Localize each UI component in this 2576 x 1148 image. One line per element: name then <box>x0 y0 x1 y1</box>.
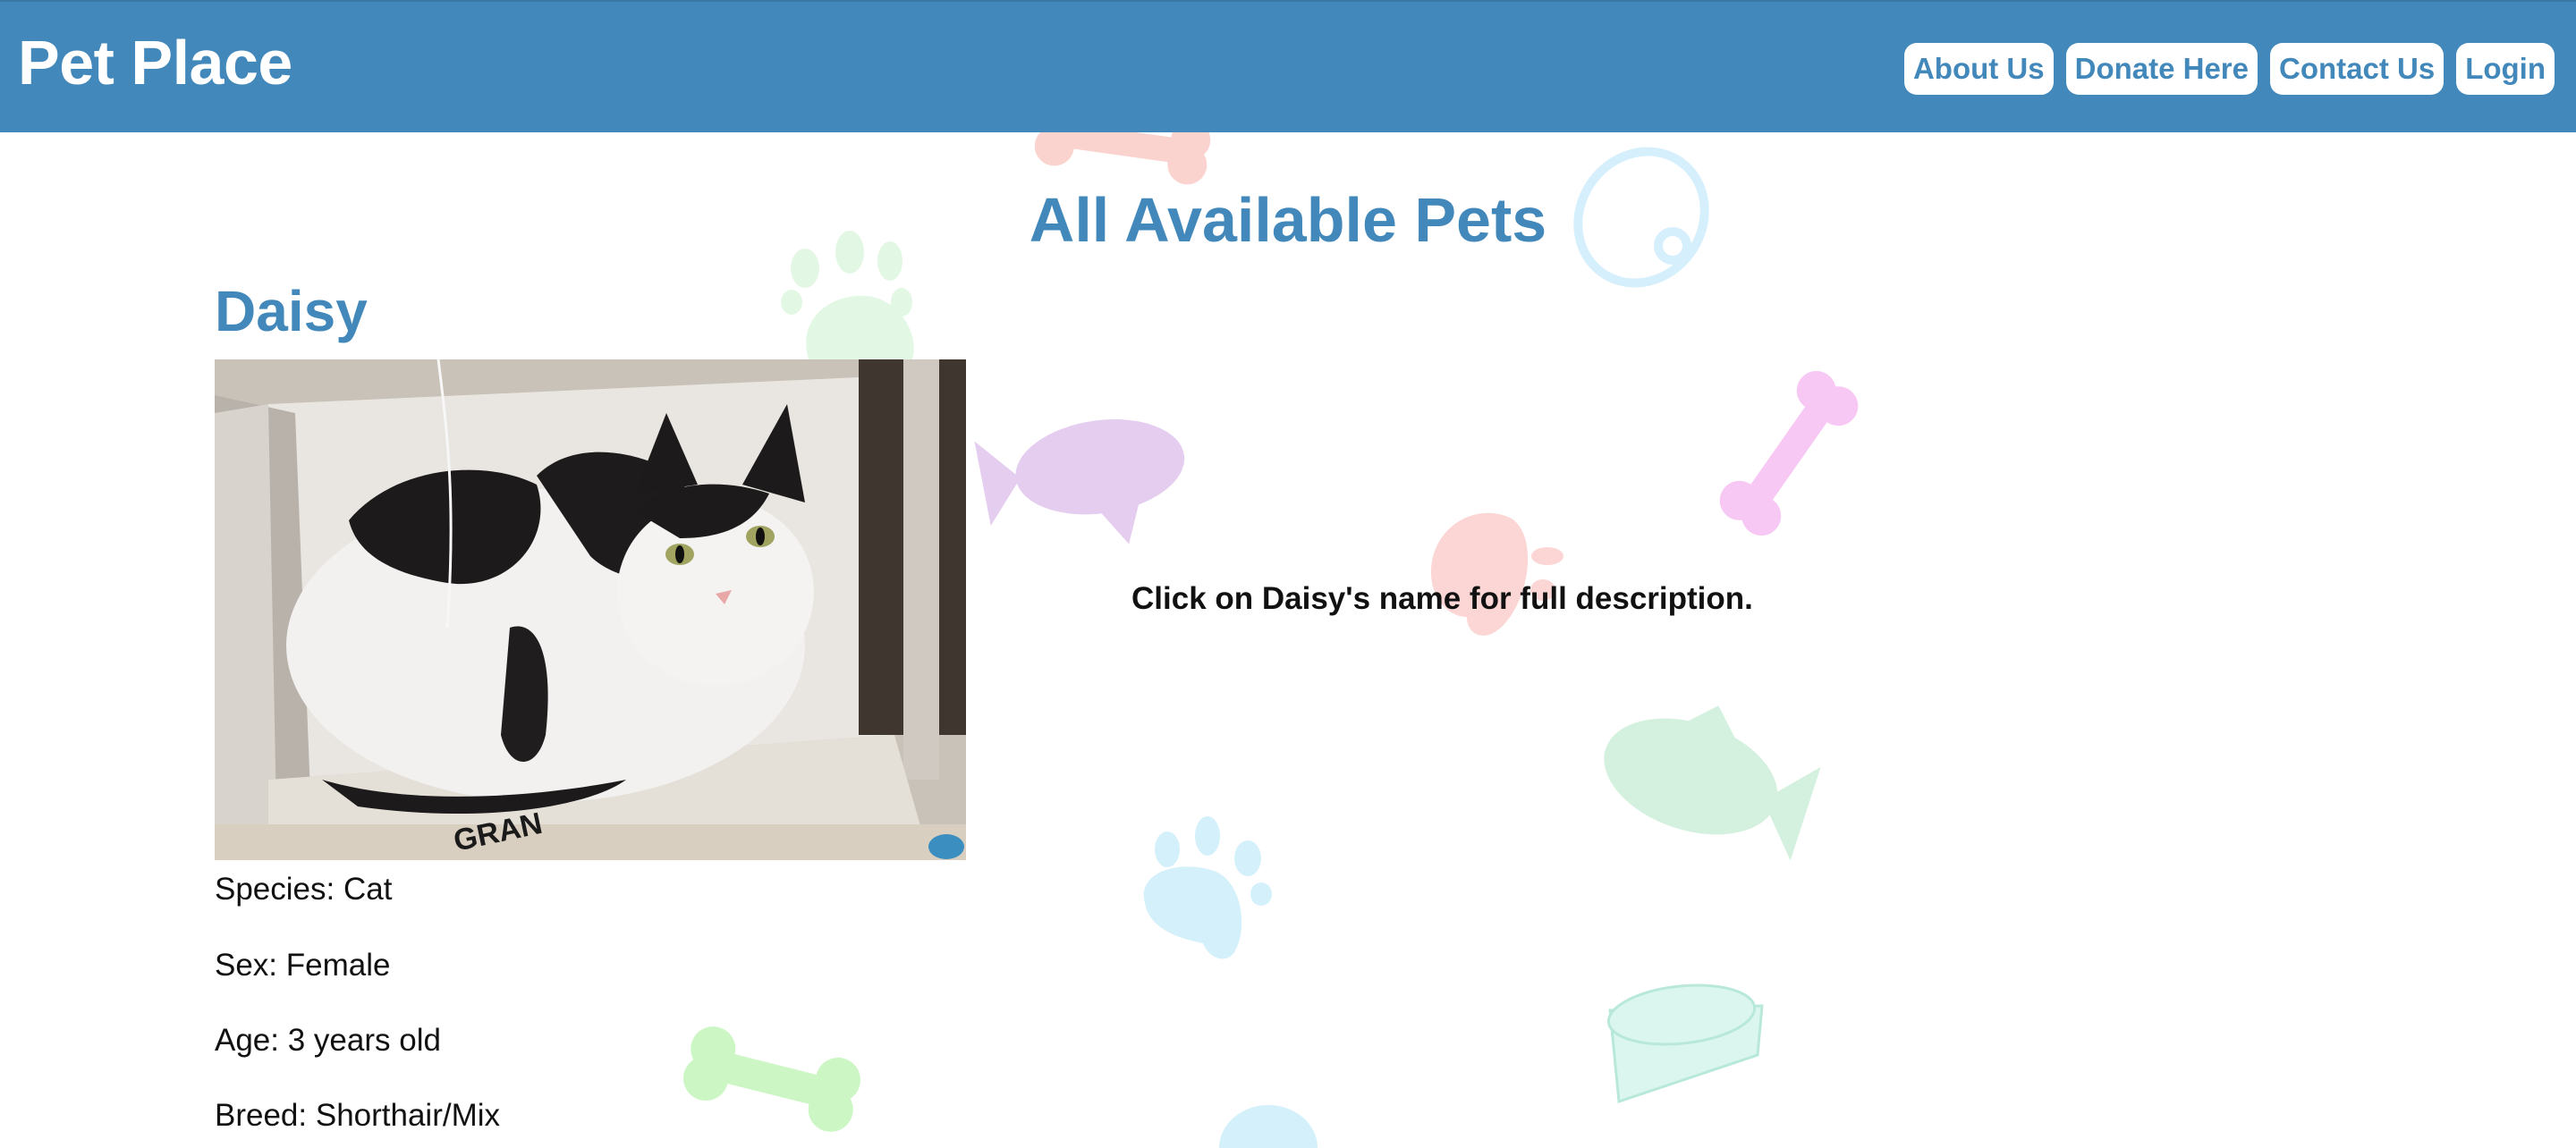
pet-breed: Breed: Shorthair/Mix <box>215 1098 501 1133</box>
main-nav: About Us Donate Here Contact Us Login <box>1903 43 2555 95</box>
pet-photo: GRAN <box>215 359 966 860</box>
cat-in-box-image: GRAN <box>215 359 966 860</box>
page-title: All Available Pets <box>1029 185 1547 255</box>
pet-description-hint: Click on Daisy's name for full descripti… <box>1131 581 1753 616</box>
pet-age: Age: 3 years old <box>215 1023 441 1058</box>
site-title[interactable]: Pet Place <box>18 25 292 100</box>
pet-species: Species: Cat <box>215 872 393 907</box>
login-button[interactable]: Login <box>2456 43 2555 95</box>
about-us-button[interactable]: About Us <box>1903 43 2054 95</box>
page: Pet Place About Us Donate Here Contact U… <box>0 0 2576 1148</box>
pet-sex: Sex: Female <box>215 948 391 983</box>
contact-us-button[interactable]: Contact Us <box>2270 43 2445 95</box>
donate-here-button[interactable]: Donate Here <box>2065 43 2258 95</box>
site-header: Pet Place About Us Donate Here Contact U… <box>0 0 2576 132</box>
pet-listing: All Available Pets Daisy GRAN Click on D… <box>0 132 2576 1148</box>
pet-name-link[interactable]: Daisy <box>215 277 368 345</box>
